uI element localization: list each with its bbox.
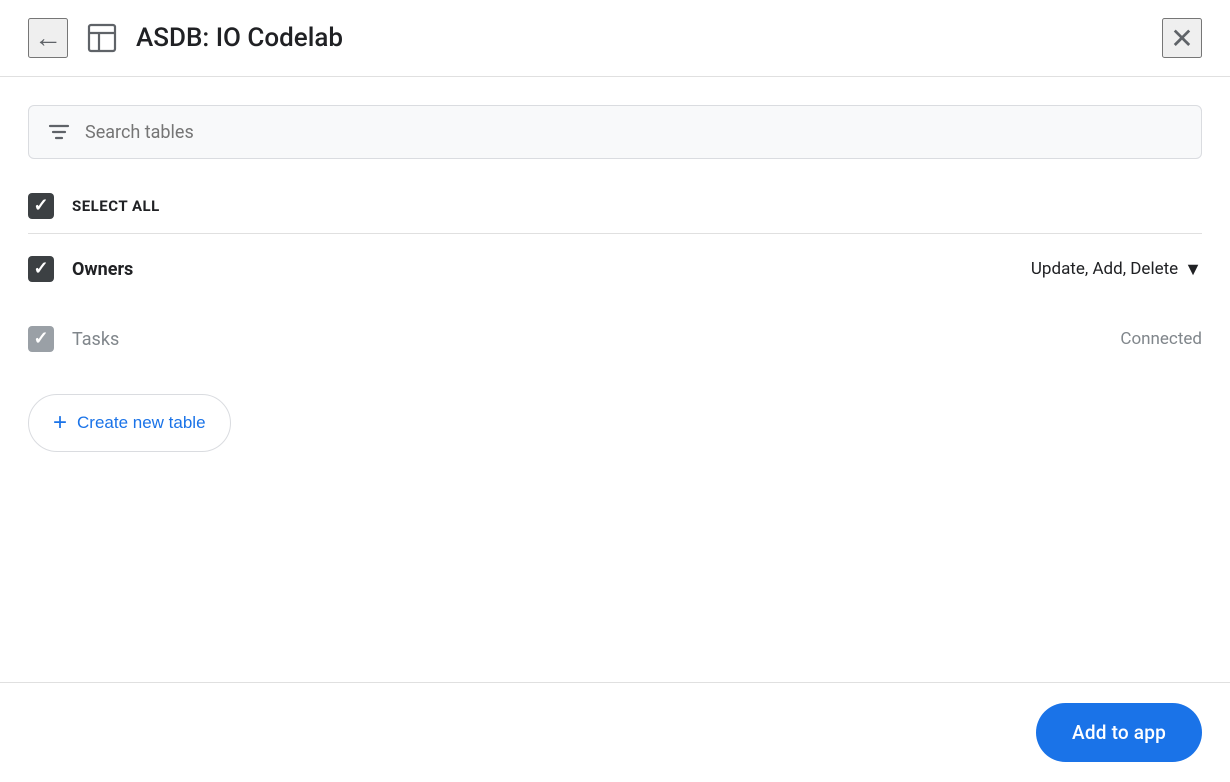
add-to-app-button[interactable]: Add to app xyxy=(1036,703,1202,762)
owners-checkbox-check-icon: ✓ xyxy=(33,260,48,278)
filter-icon xyxy=(47,120,71,144)
owners-checkbox[interactable]: ✓ xyxy=(28,256,54,282)
owners-action-label: Update, Add, Delete xyxy=(1031,259,1178,279)
close-button[interactable]: ✕ xyxy=(1162,18,1202,58)
header: ← ASDB: IO Codelab ✕ xyxy=(0,0,1230,77)
tasks-action-label: Connected xyxy=(1120,329,1202,349)
owners-action[interactable]: Update, Add, Delete ▼ xyxy=(1031,259,1202,280)
plus-icon: + xyxy=(53,409,67,437)
search-container xyxy=(0,77,1230,179)
table-row: ✓ Owners Update, Add, Delete ▼ xyxy=(0,234,1230,304)
search-box xyxy=(28,105,1202,159)
header-left: ← ASDB: IO Codelab xyxy=(28,18,1162,58)
tasks-table-name: Tasks xyxy=(72,329,1102,350)
tasks-checkbox[interactable]: ✓ xyxy=(28,326,54,352)
back-button[interactable]: ← xyxy=(28,18,68,58)
table-row: ✓ Tasks Connected xyxy=(0,304,1230,374)
create-new-table-button[interactable]: + Create new table xyxy=(28,394,231,452)
create-new-table-label: Create new table xyxy=(77,413,206,433)
select-all-row: ✓ SELECT ALL xyxy=(0,179,1230,233)
owners-table-name: Owners xyxy=(72,259,1013,280)
page-title: ASDB: IO Codelab xyxy=(136,23,343,53)
select-all-label: SELECT ALL xyxy=(72,197,160,215)
table-icon xyxy=(86,22,118,54)
select-all-checkbox[interactable]: ✓ xyxy=(28,193,54,219)
owners-dropdown-arrow-icon: ▼ xyxy=(1184,259,1202,280)
checkbox-check-icon: ✓ xyxy=(33,197,48,215)
footer: Add to app xyxy=(0,682,1230,782)
search-input[interactable] xyxy=(85,122,1183,143)
tasks-action: Connected xyxy=(1120,329,1202,349)
tasks-checkbox-check-icon: ✓ xyxy=(33,330,48,348)
